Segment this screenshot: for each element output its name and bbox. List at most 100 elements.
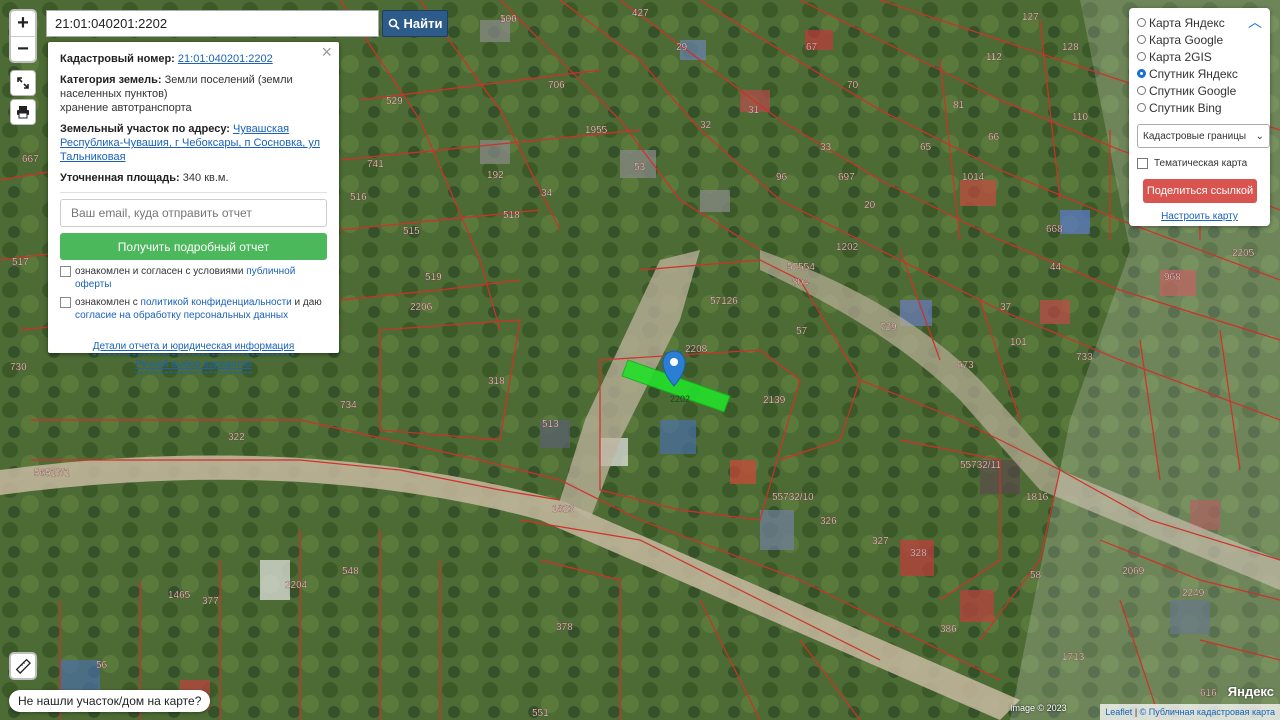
fullscreen-button[interactable] xyxy=(10,70,36,96)
overlay-select[interactable]: Кадастровые границы ⌄ xyxy=(1137,124,1270,148)
thematic-map-label: Тематическая карта xyxy=(1154,158,1248,169)
parcel-label: 110 xyxy=(1072,112,1088,123)
parcel-label: 1014 xyxy=(962,172,985,183)
chevron-up-icon[interactable]: ︿ xyxy=(1248,12,1262,32)
get-report-button[interactable]: Получить подробный отчет xyxy=(60,233,327,260)
parcel-label: 327 xyxy=(872,536,889,547)
cadastral-search-input[interactable] xyxy=(46,10,379,37)
close-icon[interactable]: × xyxy=(321,43,332,61)
report-details-link[interactable]: Детали отчета и юридическая информация xyxy=(92,340,295,355)
parcel-label: 386 xyxy=(940,624,957,635)
parcel-label: 804 xyxy=(792,277,809,288)
parcel-label: 44 xyxy=(1050,262,1062,273)
privacy-consent-checkbox[interactable] xyxy=(60,297,71,308)
address-label: Земельный участок по адресу: xyxy=(60,123,230,135)
print-button[interactable] xyxy=(10,99,36,125)
parcel-label: 106 xyxy=(500,14,517,25)
zoom-in-button[interactable]: + xyxy=(11,11,35,37)
parcel-label: 668 xyxy=(1046,224,1063,235)
parcel-label: 57126 xyxy=(710,296,738,307)
parcel-label: 58 xyxy=(1030,570,1042,581)
parcel-label: 518 xyxy=(503,210,520,221)
thematic-map-checkbox[interactable] xyxy=(1137,158,1148,169)
search-icon xyxy=(388,18,400,30)
manual-selection-link[interactable]: Ручной выбор вариантов xyxy=(135,358,252,373)
zoom-out-button[interactable]: − xyxy=(11,37,35,62)
parcel-label: 81 xyxy=(953,100,965,111)
parcel-label: 37 xyxy=(1000,302,1012,313)
search-button[interactable]: Найти xyxy=(382,10,448,37)
parcel-label: 67 xyxy=(806,42,818,53)
parcel-label: 192 xyxy=(487,170,504,181)
offer-consent-checkbox[interactable] xyxy=(60,266,71,277)
parcel-label: 706 xyxy=(548,80,565,91)
privacy-policy-link[interactable]: политикой конфиденциальности xyxy=(141,297,292,308)
parcel-label: 1202 xyxy=(836,242,859,253)
area-label: Уточненная площадь: xyxy=(60,172,180,184)
parcel-label: 70 xyxy=(847,80,859,91)
parcel-label: 57 xyxy=(796,326,808,337)
layer-option-yandex-satellite[interactable]: Спутник Яндекс xyxy=(1137,65,1262,82)
search-button-label: Найти xyxy=(403,16,443,31)
overlay-select-value: Кадастровые границы xyxy=(1143,130,1247,142)
layer-option-bing-satellite[interactable]: Спутник Bing xyxy=(1137,99,1262,116)
radio-icon xyxy=(1137,86,1146,95)
radio-icon xyxy=(1137,69,1146,78)
parcel-label: 427 xyxy=(632,8,649,19)
parcel-label: 517 xyxy=(12,257,29,268)
parcel-label: 529 xyxy=(386,96,403,107)
email-input[interactable] xyxy=(60,199,327,227)
land-category-label: Категория земель: xyxy=(60,74,162,86)
layer-option-yandex-map[interactable]: Карта Яндекс xyxy=(1137,14,1262,31)
parcel-label: 65 xyxy=(920,142,932,153)
layer-option-2gis-map[interactable]: Карта 2GIS xyxy=(1137,48,1262,65)
radio-icon xyxy=(1137,35,1146,44)
parcel-label: 1823 xyxy=(552,504,575,515)
parcel-label: 112 xyxy=(986,52,1002,63)
leaflet-link[interactable]: Leaflet xyxy=(1105,707,1132,717)
configure-map-link[interactable]: Настроить карту xyxy=(1137,211,1262,222)
yandex-logo: Яндекс xyxy=(1227,684,1274,699)
layer-option-google-satellite[interactable]: Спутник Google xyxy=(1137,82,1262,99)
parcel-label: 968 xyxy=(1164,272,1181,283)
parcel-label: 667 xyxy=(22,154,39,165)
ruler-icon xyxy=(15,658,31,674)
image-credit: Image © 2023 xyxy=(1010,703,1067,713)
chevron-down-icon: ⌄ xyxy=(1255,130,1264,142)
parcel-label: 318 xyxy=(488,376,505,387)
parcel-label: 697 xyxy=(838,172,855,183)
layer-option-label: Карта Яндекс xyxy=(1149,15,1225,30)
parcel-label: 66 xyxy=(988,132,1000,143)
parcel-label: 377 xyxy=(202,596,219,607)
offer-consent-text: ознакомлен и согласен с условиями публич… xyxy=(75,266,296,290)
parcel-label: 2204 xyxy=(285,580,308,591)
thematic-map-toggle[interactable]: Тематическая карта xyxy=(1137,158,1262,169)
measure-button[interactable] xyxy=(9,652,37,680)
parcel-label: 734 xyxy=(340,400,357,411)
share-link-button[interactable]: Поделиться ссылкой xyxy=(1143,179,1257,203)
layer-switcher-panel: ︿ Карта Яндекс Карта Google Карта 2GIS С… xyxy=(1129,8,1270,226)
cadastral-number-label: Кадастровый номер: xyxy=(60,53,175,65)
layer-option-label: Спутник Bing xyxy=(1149,100,1222,115)
parcel-label: 2208 xyxy=(685,344,708,355)
parcel-label: 20 xyxy=(864,200,876,211)
parcel-label: 326 xyxy=(820,516,837,527)
parcel-label: 551 xyxy=(532,708,549,719)
pkk-link[interactable]: © Публичная кадастровая карта xyxy=(1140,707,1275,717)
parcel-label: 673 xyxy=(957,360,974,371)
layer-option-google-map[interactable]: Карта Google xyxy=(1137,31,1262,48)
not-found-button[interactable]: Не нашли участок/дом на карте? xyxy=(9,690,211,712)
data-processing-link[interactable]: согласие на обработку персональных данны… xyxy=(75,310,288,321)
parcel-label: 2069 xyxy=(1122,566,1145,577)
parcel-label: 322 xyxy=(228,432,245,443)
base-layer-options: Карта Яндекс Карта Google Карта 2GIS Спу… xyxy=(1137,14,1262,116)
parcel-label: 1465 xyxy=(168,590,191,601)
parcel-label: 378 xyxy=(556,622,573,633)
parcel-label: 2249 xyxy=(1182,588,1205,599)
layer-option-label: Карта 2GIS xyxy=(1149,49,1212,64)
parcel-info-popup: × Кадастровый номер: 21:01:040201:2202 К… xyxy=(48,42,339,373)
parcel-label: 616 xyxy=(1200,688,1217,699)
cadastral-number-link[interactable]: 21:01:040201:2202 xyxy=(178,53,273,65)
parcel-label: 515 xyxy=(403,226,420,237)
parcel-label: 56 xyxy=(96,660,108,671)
